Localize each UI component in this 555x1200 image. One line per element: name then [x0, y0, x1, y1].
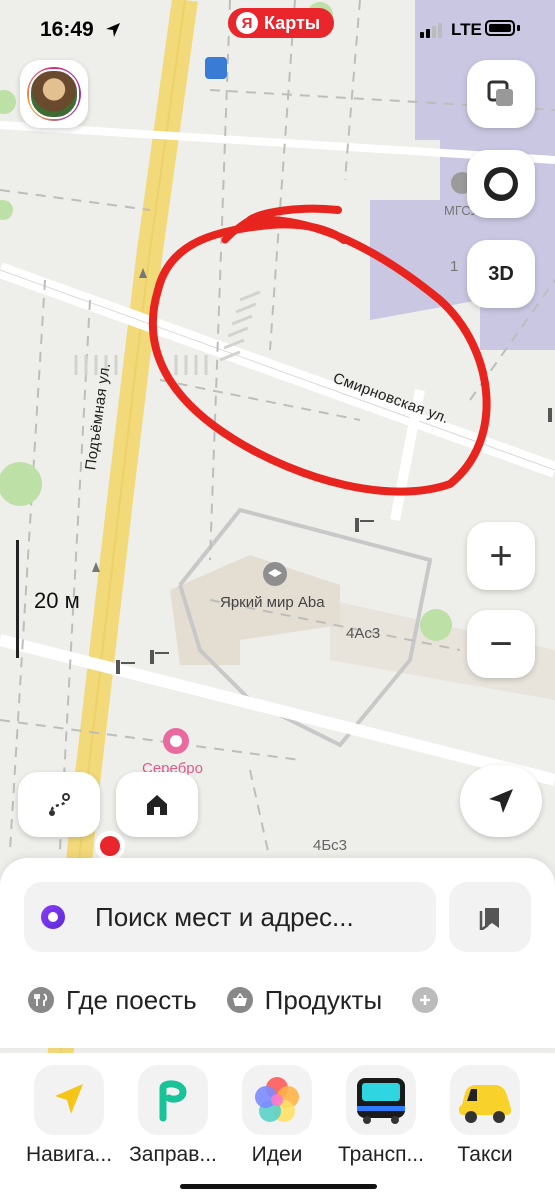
home-icon — [147, 794, 167, 815]
alice-button[interactable] — [467, 150, 535, 218]
app-fuel[interactable]: Заправ... — [121, 1065, 225, 1167]
app-shortcuts-bar: Навига... Заправ... Идеи Трансп... Такси — [0, 1053, 555, 1200]
alice-voice-icon — [484, 167, 518, 201]
alice-icon[interactable] — [41, 905, 65, 929]
app-label: Такси — [457, 1143, 513, 1166]
house-number: 1 — [450, 258, 459, 275]
home-button[interactable] — [116, 772, 198, 837]
app-label: Идеи — [251, 1143, 303, 1166]
avatar — [27, 67, 81, 121]
route-button[interactable] — [18, 772, 100, 837]
zoom-in-icon: + — [489, 534, 513, 578]
ideas-icon — [242, 1065, 312, 1135]
route-icon — [49, 792, 70, 816]
bookmarks-icon — [479, 908, 499, 930]
bookmarks-button[interactable] — [449, 882, 531, 952]
search-placeholder: Поиск мест и адрес... — [95, 901, 354, 932]
my-location-button[interactable] — [460, 765, 542, 837]
chip-label: Продукты — [264, 984, 383, 1015]
scale-bar — [16, 540, 19, 658]
fork-knife-icon — [28, 987, 54, 1013]
battery-icon — [485, 20, 515, 36]
category-chips: Где поесть Продукты — [28, 980, 480, 1020]
chip-label: Где поесть — [66, 984, 197, 1015]
house-number: 4Ас3 — [346, 625, 381, 642]
yandex-logo-icon: Я — [236, 12, 258, 34]
tree — [0, 462, 42, 506]
basket-icon — [226, 987, 253, 1013]
app-transport[interactable]: Трансп... — [329, 1065, 433, 1167]
status-time: 16:49 — [40, 18, 94, 41]
tree — [420, 609, 452, 641]
app-navigator[interactable]: Навига... — [17, 1065, 121, 1167]
app-label: Трансп... — [338, 1143, 424, 1166]
location-services-icon — [106, 23, 120, 37]
transit-icon — [205, 57, 227, 79]
plus-icon — [412, 987, 439, 1013]
fuel-icon — [138, 1065, 208, 1135]
chip-groceries[interactable]: Продукты — [226, 984, 383, 1016]
bus-icon — [346, 1065, 416, 1135]
app-ideas[interactable]: Идеи — [225, 1065, 329, 1167]
bottom-sheet: Поиск мест и адрес... Где поесть Продукт… — [0, 858, 555, 1048]
chip-where-to-eat[interactable]: Где поесть — [28, 985, 197, 1016]
home-indicator[interactable] — [180, 1184, 377, 1189]
poi-label-school[interactable]: Яркий мир Aba — [220, 594, 325, 611]
house-number: 4Бс3 — [313, 837, 348, 854]
app-badge[interactable]: Я Карты — [228, 8, 335, 38]
zoom-out-icon: − — [489, 622, 513, 666]
app-label: Заправ... — [129, 1143, 217, 1166]
search-input[interactable]: Поиск мест и адрес... — [24, 882, 436, 952]
layers-button[interactable] — [467, 60, 535, 128]
zoom-in-button[interactable]: + — [467, 522, 535, 590]
app-label: Навига... — [25, 1143, 113, 1166]
scale-label: 20 м — [34, 588, 80, 613]
cellular-signal-icon — [420, 23, 442, 38]
zoom-out-button[interactable]: − — [467, 610, 535, 678]
taxi-icon — [450, 1065, 520, 1135]
layers-icon — [487, 80, 513, 106]
status-bar: 16:49 Я Карты LTE — [0, 0, 555, 60]
location-arrow-icon — [489, 789, 513, 813]
chip-more[interactable] — [412, 987, 450, 1013]
app-taxi[interactable]: Такси — [433, 1065, 537, 1167]
three-d-button[interactable]: 3D — [467, 240, 535, 308]
profile-button[interactable] — [20, 60, 88, 128]
navigator-icon — [34, 1065, 104, 1135]
network-type: LTE — [451, 20, 482, 39]
app-badge-label: Карты — [264, 12, 321, 33]
